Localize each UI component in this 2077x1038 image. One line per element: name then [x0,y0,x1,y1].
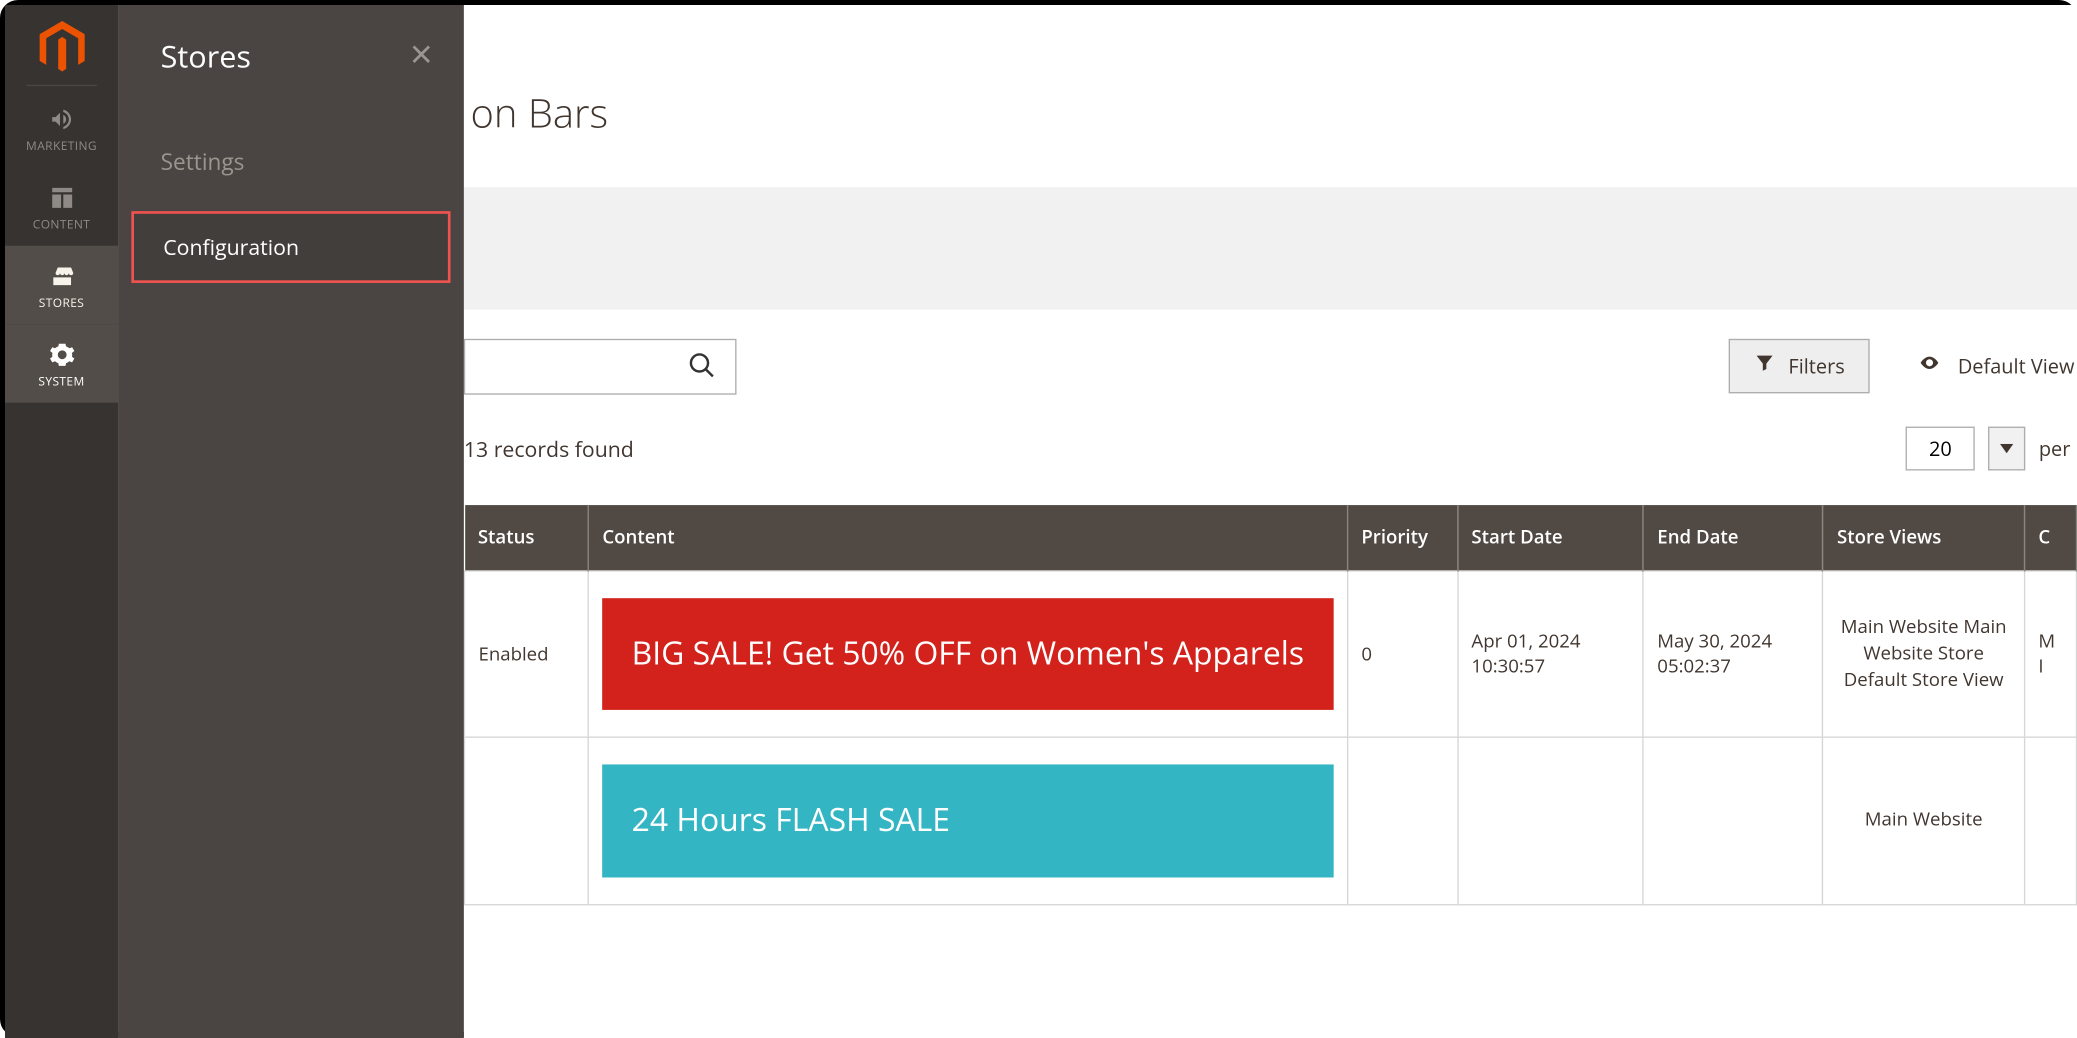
col-start-date[interactable]: Start Date [1457,505,1643,571]
cell-extra [2024,738,2076,905]
admin-left-rail: MARKETING CONTENT STORES SYSTEM [5,5,118,1038]
col-content[interactable]: Content [588,505,1347,571]
default-view-button[interactable]: Default View [1910,340,2077,392]
magento-logo-icon [39,21,84,74]
page-size-selector: 20 per p [1906,427,2077,471]
gear-icon [5,341,118,368]
megaphone-icon [5,106,118,133]
page-header-band [464,187,2077,309]
cell-end-date: May 30, 2024 05:02:37 [1643,571,1823,738]
layout-icon [5,185,118,212]
store-icon [5,263,118,290]
cell-priority [1347,738,1457,905]
records-found: 13 records found [464,434,634,463]
nav-system[interactable]: SYSTEM [5,324,118,402]
chevron-down-icon [2000,443,2013,454]
cell-status [465,738,589,905]
promo-banner: BIG SALE! Get 50% OFF on Women's Apparel… [602,598,1333,710]
col-priority[interactable]: Priority [1347,505,1457,571]
filters-button[interactable]: Filters [1729,339,1870,394]
cell-store-views: Main Website Main Website Store Default … [1823,571,2024,738]
nav-label-stores: STORES [5,294,118,311]
page-title: on Bars [464,5,2077,187]
nav-label-system: SYSTEM [5,372,118,389]
page-size-dropdown[interactable] [1988,427,2025,471]
col-status[interactable]: Status [465,505,589,571]
nav-content[interactable]: CONTENT [5,167,118,245]
stores-flyout: Stores Settings Configuration [118,5,464,1038]
flyout-title: Stores [161,34,251,77]
nav-marketing[interactable]: MARKETING [5,89,118,167]
eye-icon [1915,352,1944,380]
main-content: on Bars Filters [464,5,2077,1038]
cell-status: Enabled [465,571,589,738]
page-size-value[interactable]: 20 [1906,427,1975,471]
data-grid: Status Content Priority Start Date End D… [464,505,2077,905]
cell-extra: M I [2024,571,2076,738]
flyout-section-settings: Settings [118,106,464,198]
close-icon[interactable] [408,40,435,71]
grid-header-row: Status Content Priority Start Date End D… [465,505,2077,571]
rail-divider [26,85,96,86]
search-icon [687,351,716,387]
filters-label: Filters [1788,353,1844,380]
table-row[interactable]: Enabled BIG SALE! Get 50% OFF on Women's… [465,571,2077,738]
flyout-item-configuration[interactable]: Configuration [131,211,450,283]
nav-stores[interactable]: STORES [5,246,118,324]
promo-banner: 24 Hours FLASH SALE [602,765,1333,877]
default-view-label: Default View [1958,353,2075,380]
cell-content: BIG SALE! Get 50% OFF on Women's Apparel… [588,571,1347,738]
cell-start-date [1457,738,1643,905]
per-page-label: per p [2039,435,2077,462]
search-input[interactable] [464,339,737,395]
cell-start-date: Apr 01, 2024 10:30:57 [1457,571,1643,738]
col-end-date[interactable]: End Date [1643,505,1823,571]
nav-label-content: CONTENT [5,215,118,232]
col-extra[interactable]: C [2024,505,2076,571]
cell-content: 24 Hours FLASH SALE [588,738,1347,905]
table-row[interactable]: 24 Hours FLASH SALE Main Website [465,738,2077,905]
funnel-icon [1754,352,1775,380]
col-store-views[interactable]: Store Views [1823,505,2024,571]
cell-priority: 0 [1347,571,1457,738]
cell-store-views: Main Website [1823,738,2024,905]
magento-logo[interactable] [5,5,118,85]
nav-label-marketing: MARKETING [5,137,118,154]
grid-controls: Filters Default View 13 records found 20 [464,310,2077,906]
cell-end-date [1643,738,1823,905]
